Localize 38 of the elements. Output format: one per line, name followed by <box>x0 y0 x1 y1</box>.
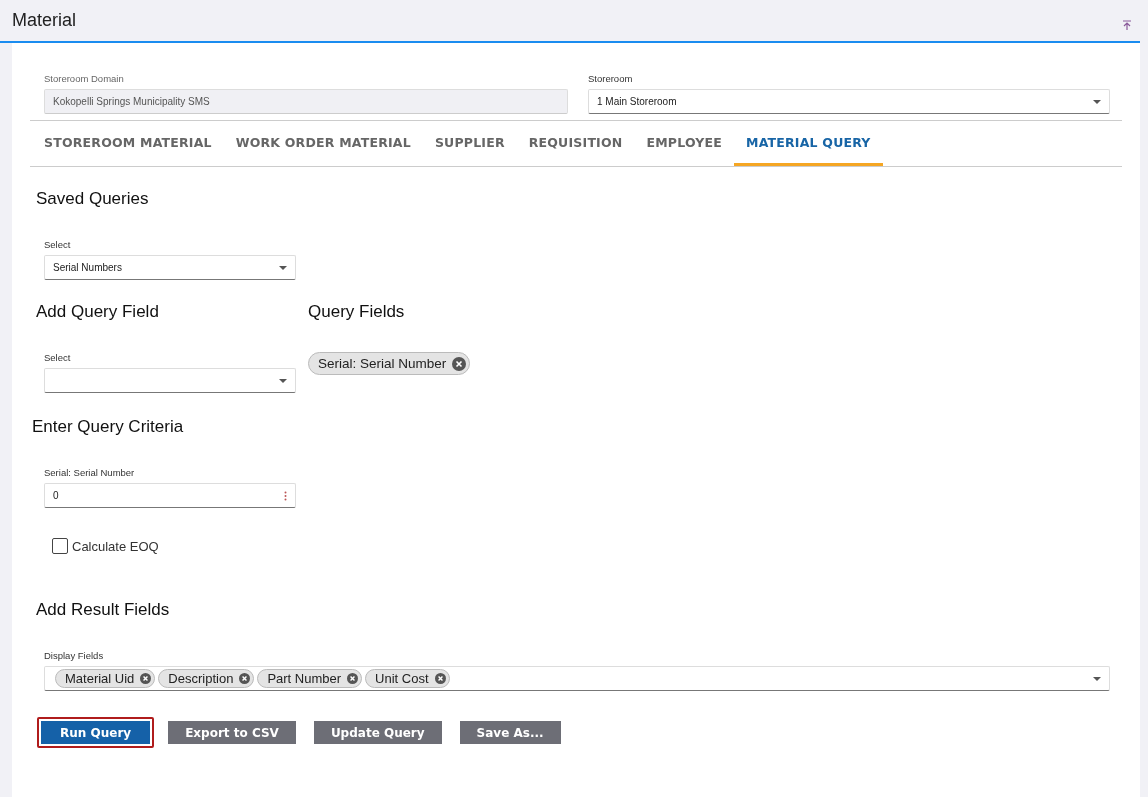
field-label: Serial: Serial Number <box>44 467 136 478</box>
section-heading: Enter Query Criteria <box>32 417 185 437</box>
checkbox[interactable] <box>52 538 68 554</box>
field-label: Select <box>44 239 72 250</box>
field-label: Storeroom <box>588 73 634 84</box>
result-field-chip: Material Uid <box>55 669 156 688</box>
remove-icon[interactable] <box>347 673 359 684</box>
tab[interactable]: SUPPLIER <box>422 121 517 166</box>
result-field-chip: Unit Cost <box>365 669 450 688</box>
checkbox-label: Calculate EOQ <box>72 538 159 554</box>
remove-icon[interactable] <box>434 673 446 684</box>
page-title: Material <box>12 10 77 31</box>
section-heading: Query Fields <box>308 302 406 322</box>
remove-icon[interactable] <box>140 673 152 684</box>
section-heading: Saved Queries <box>36 189 150 209</box>
result-field-chip: Description <box>158 669 255 688</box>
action-button[interactable]: Run Query <box>37 717 155 748</box>
tab[interactable]: WORK ORDER MATERIAL <box>223 121 423 166</box>
saved-query-dropdown[interactable]: Serial Numbers <box>44 255 296 280</box>
more-icon[interactable] <box>284 490 287 501</box>
field-label: Select <box>44 352 72 363</box>
field-label: Display Fields <box>44 650 105 661</box>
tab[interactable]: EMPLOYEE <box>634 121 735 166</box>
query-field-chip: Serial: Serial Number <box>308 352 471 375</box>
storeroom-dropdown[interactable]: 1 Main Storeroom <box>588 89 1110 114</box>
remove-icon[interactable] <box>239 673 251 684</box>
criteria-input-field[interactable]: 0 <box>44 483 296 508</box>
collapse-up-icon[interactable] <box>1122 20 1132 31</box>
section-heading: Add Query Field <box>36 302 160 322</box>
section-heading: Add Result Fields <box>36 600 171 620</box>
tab[interactable]: MATERIAL QUERY <box>734 121 883 166</box>
field-label: Storeroom Domain <box>44 73 125 84</box>
tab[interactable]: STOREROOM MATERIAL <box>32 121 224 166</box>
tab[interactable]: REQUISITION <box>516 121 635 166</box>
query-field-dropdown[interactable] <box>44 368 296 393</box>
remove-icon[interactable] <box>452 356 467 371</box>
result-field-chip: Part Number <box>257 669 363 688</box>
display-fields-dropdown[interactable]: Material Uid Description Part Number Unit Cost <box>44 666 1110 691</box>
